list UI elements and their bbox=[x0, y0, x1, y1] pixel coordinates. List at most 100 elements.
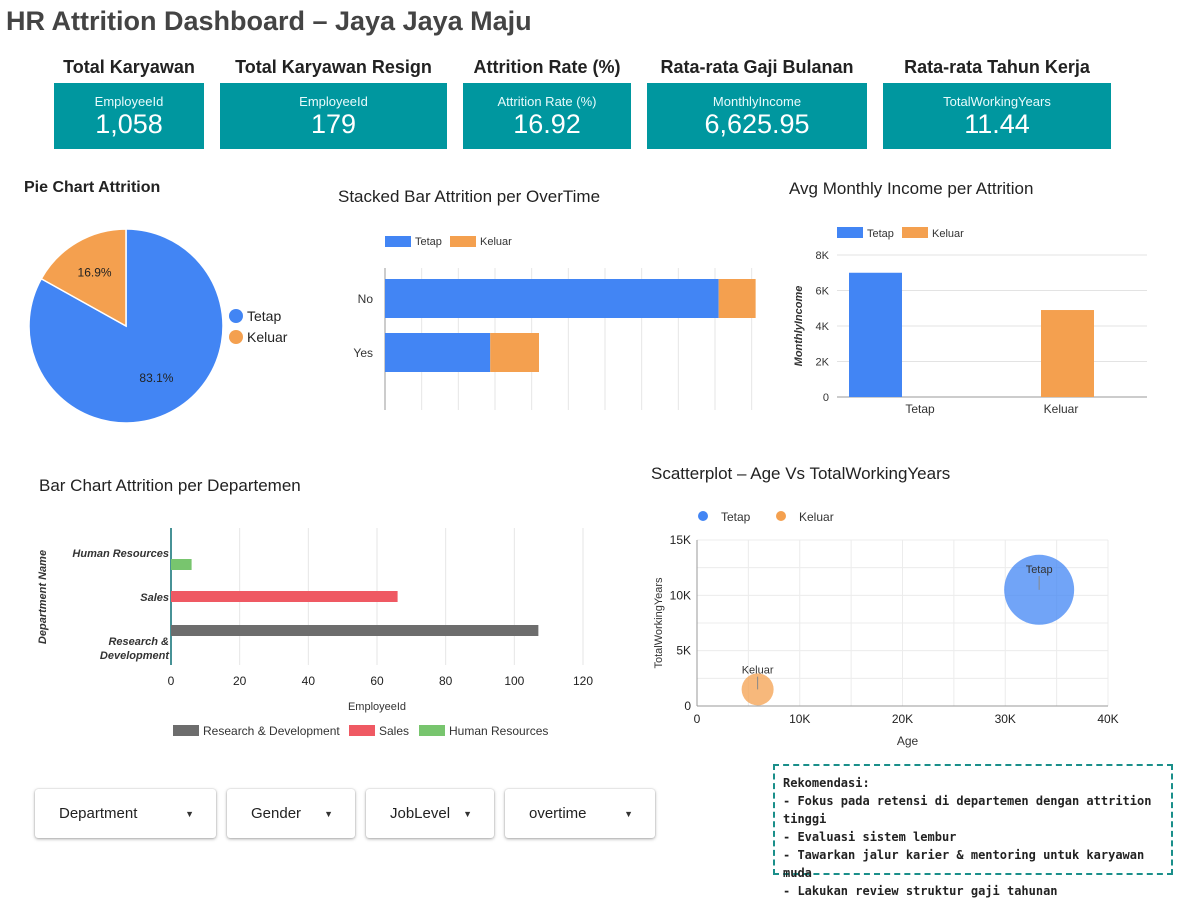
recommendation-heading: Rekomendasi: bbox=[783, 776, 870, 790]
kpi-heading-attrition-rate: Attrition Rate (%) bbox=[473, 57, 621, 77]
pie-data-label-keluar: 16.9% bbox=[78, 265, 112, 279]
stacked-category-label: No bbox=[358, 292, 374, 306]
dept-legend-label: Research & Development bbox=[203, 724, 340, 738]
overtime-filter[interactable]: overtime ▼ bbox=[505, 789, 655, 838]
dept-category-label: Sales bbox=[140, 592, 169, 604]
scatter-y-tick: 10K bbox=[670, 588, 691, 602]
scatter-legend-label: Tetap bbox=[721, 510, 751, 524]
income-y-tick: 2K bbox=[816, 357, 830, 369]
dept-x-tick: 120 bbox=[573, 674, 593, 688]
scatter-point-label: Tetap bbox=[1026, 564, 1053, 576]
kpi-card-total-resign: EmployeeId 179 bbox=[220, 83, 447, 149]
recommendation-item: - Tawarkan jalur karier & mentoring untu… bbox=[783, 848, 1145, 880]
income-y-tick: 4K bbox=[816, 321, 830, 333]
income-legend-marker bbox=[837, 227, 863, 238]
stacked-bar-no-tetap bbox=[385, 279, 719, 318]
dept-x-tick: 80 bbox=[439, 674, 453, 688]
filter-label: Gender bbox=[251, 805, 302, 822]
dept-x-axis-label: EmployeeId bbox=[348, 701, 406, 713]
dept-bar-1 bbox=[171, 591, 398, 602]
income-y-tick: 8K bbox=[816, 250, 830, 262]
page-title: HR Attrition Dashboard – Jaya Jaya Maju bbox=[6, 6, 532, 36]
pie-data-label-tetap: 83.1% bbox=[139, 371, 173, 385]
kpi-card-attrition-rate: Attrition Rate (%) 16.92 bbox=[463, 83, 631, 149]
stacked-bar-title: Stacked Bar Attrition per OverTime bbox=[338, 187, 601, 206]
dept-legend-label: Human Resources bbox=[449, 724, 548, 738]
scatter-x-tick: 30K bbox=[995, 712, 1016, 726]
income-y-axis-label: MonthlyIncome bbox=[793, 286, 805, 367]
filter-label: Department bbox=[59, 805, 138, 822]
kpi-heading-total-karyawan: Total Karyawan bbox=[63, 57, 195, 77]
dept-legend-marker bbox=[349, 725, 375, 736]
pie-legend-marker bbox=[229, 330, 243, 344]
dept-category-label: Research & Development bbox=[100, 636, 170, 662]
pie-legend-label: Keluar bbox=[247, 329, 288, 345]
pie-legend-label: Tetap bbox=[247, 308, 281, 324]
income-bar-tetap bbox=[849, 272, 902, 397]
scatter-x-tick: 10K bbox=[789, 712, 810, 726]
pie-legend-marker bbox=[229, 309, 243, 323]
gender-filter[interactable]: Gender ▼ bbox=[227, 789, 355, 838]
scatter-legend-marker bbox=[776, 511, 786, 521]
dept-legend-marker bbox=[419, 725, 445, 736]
kpi-label: EmployeeId bbox=[94, 94, 164, 109]
kpi-value: 16.92 bbox=[513, 109, 581, 139]
dept-category-label: Human Resources bbox=[72, 548, 169, 560]
stacked-bar-yes-tetap bbox=[385, 333, 491, 372]
income-legend-marker bbox=[902, 227, 928, 238]
scatter-chart: Tetap Keluar 0 10K 20K 30K 40K 0 5K 10K 15K Age Tota… bbox=[653, 510, 1119, 748]
stacked-bar-yes-keluar bbox=[490, 333, 539, 372]
kpi-label: EmployeeId bbox=[299, 94, 368, 109]
income-legend-label: Tetap bbox=[867, 228, 894, 240]
kpi-value: 11.44 bbox=[964, 109, 1030, 139]
dept-x-tick: 0 bbox=[168, 674, 175, 688]
caret-down-icon: ▼ bbox=[624, 808, 633, 819]
income-y-tick: 6K bbox=[816, 286, 830, 298]
scatter-legend-label: Keluar bbox=[799, 510, 834, 524]
income-chart-title: Avg Monthly Income per Attrition bbox=[789, 179, 1034, 198]
recommendation-box: Rekomendasi: - Fokus pada retensi di dep… bbox=[773, 764, 1173, 898]
stacked-bar-no-keluar bbox=[718, 279, 756, 318]
department-filter[interactable]: Department ▼ bbox=[35, 789, 216, 838]
dept-x-tick: 60 bbox=[370, 674, 384, 688]
stacked-legend-label: Tetap bbox=[415, 236, 442, 248]
stacked-legend-label: Keluar bbox=[480, 236, 512, 248]
income-x-tick: Tetap bbox=[905, 402, 935, 416]
dept-x-tick: 100 bbox=[504, 674, 524, 688]
dept-bar-2 bbox=[171, 625, 539, 636]
income-x-tick: Keluar bbox=[1044, 402, 1079, 416]
kpi-value: 179 bbox=[310, 109, 357, 139]
recommendation-item: - Fokus pada retensi di departemen denga… bbox=[783, 794, 1152, 826]
kpi-heading-avg-working-years: Rata-rata Tahun Kerja bbox=[904, 57, 1090, 77]
kpi-card-total-karyawan: EmployeeId 1,058 bbox=[54, 83, 204, 149]
stacked-legend-marker bbox=[385, 236, 411, 247]
joblevel-filter[interactable]: JobLevel ▼ bbox=[366, 789, 494, 838]
income-bar-keluar bbox=[1041, 310, 1094, 397]
kpi-label: TotalWorkingYears bbox=[943, 94, 1051, 109]
kpi-label: Attrition Rate (%) bbox=[497, 94, 597, 109]
stacked-bar-chart: Tetap Keluar No Yes bbox=[353, 236, 756, 410]
pie-chart-title: Pie Chart Attrition bbox=[24, 179, 161, 196]
dept-x-tick: 40 bbox=[302, 674, 316, 688]
scatter-chart-title: Scatterplot – Age Vs TotalWorkingYears bbox=[651, 464, 951, 483]
caret-down-icon: ▼ bbox=[185, 808, 194, 819]
kpi-heading-avg-income: Rata-rata Gaji Bulanan bbox=[660, 57, 854, 77]
scatter-x-tick: 40K bbox=[1097, 712, 1118, 726]
kpi-value: 6,625.95 bbox=[704, 109, 810, 139]
caret-down-icon: ▼ bbox=[463, 808, 472, 819]
pie-chart: 83.1% 16.9% Tetap Keluar bbox=[28, 228, 288, 424]
scatter-point-label: Keluar bbox=[742, 665, 774, 677]
scatter-y-tick: 5K bbox=[676, 644, 691, 658]
dept-legend-label: Sales bbox=[379, 724, 409, 738]
dept-legend-marker bbox=[173, 725, 199, 736]
scatter-x-tick: 20K bbox=[892, 712, 913, 726]
recommendation-item: - Lakukan review struktur gaji tahunan bbox=[783, 884, 1058, 898]
recommendation-item: - Evaluasi sistem lembur bbox=[783, 830, 957, 844]
filter-label: overtime bbox=[529, 805, 587, 822]
caret-down-icon: ▼ bbox=[324, 808, 333, 819]
kpi-card-avg-working-years: TotalWorkingYears 11.44 bbox=[883, 83, 1111, 149]
scatter-y-tick: 0 bbox=[684, 699, 691, 713]
scatter-x-axis-label: Age bbox=[897, 734, 919, 748]
filter-label: JobLevel bbox=[390, 805, 451, 822]
dept-y-axis-label: Department Name bbox=[37, 550, 49, 644]
